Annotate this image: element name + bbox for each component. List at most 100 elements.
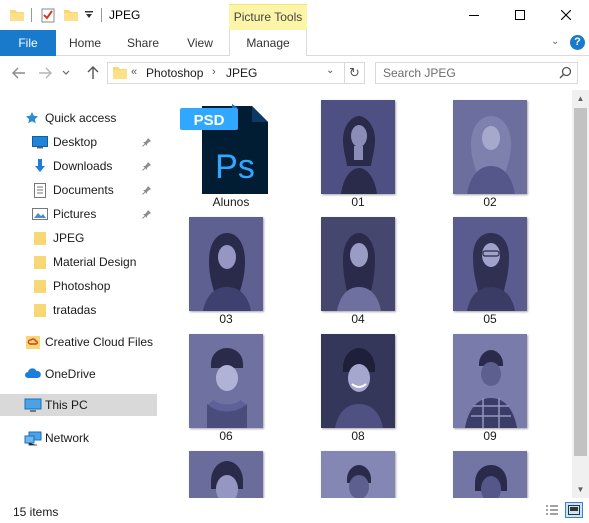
vertical-scrollbar[interactable]: ▲ ▼: [572, 90, 589, 498]
file-name: 03: [219, 312, 233, 326]
search-icon: [559, 66, 572, 82]
ribbon-tabs: File Home Share View Manage ⌄ ?: [0, 30, 589, 57]
nav-item-pictures[interactable]: Pictures: [0, 203, 157, 225]
breadcrumb-overflow[interactable]: «: [131, 66, 137, 78]
title-separator: [101, 8, 102, 22]
nav-label: tratadas: [53, 303, 97, 317]
address-bar[interactable]: « Photoshop › JPEG ⌄ ↻: [107, 62, 365, 84]
nav-label: JPEG: [53, 231, 85, 245]
forward-button[interactable]: [36, 64, 54, 82]
folder-icon: [9, 7, 25, 26]
nav-item-tratadas[interactable]: tratadas: [0, 299, 157, 321]
search-box[interactable]: Search JPEG: [375, 62, 578, 84]
nav-quick-access[interactable]: Quick access: [0, 107, 157, 129]
tab-file[interactable]: File: [0, 30, 56, 56]
nav-onedrive[interactable]: OneDrive: [0, 363, 157, 385]
nav-label: Downloads: [53, 159, 113, 173]
network-icon: [24, 431, 42, 449]
tab-share[interactable]: Share: [120, 30, 166, 56]
maximize-button[interactable]: [497, 0, 543, 30]
tab-home[interactable]: Home: [62, 30, 108, 56]
large-icons-view-button[interactable]: [565, 502, 583, 518]
photo-thumbnail: [189, 217, 263, 311]
pin-icon[interactable]: [142, 160, 152, 174]
nav-item-downloads[interactable]: Downloads: [0, 155, 157, 177]
properties-icon[interactable]: [40, 7, 56, 26]
pin-icon[interactable]: [142, 136, 152, 150]
nav-label: This PC: [45, 398, 88, 412]
large-icons-view-icon: [568, 505, 580, 515]
nav-label: Photoshop: [53, 279, 111, 293]
folder-icon: [33, 279, 47, 297]
folder-icon: [33, 303, 47, 321]
maximize-icon: [515, 10, 525, 20]
window-title: JPEG: [109, 8, 141, 22]
scroll-down-icon[interactable]: ▼: [572, 481, 589, 498]
file-name: 05: [483, 312, 497, 326]
photo-thumbnail: [189, 451, 263, 498]
breadcrumb-jpeg[interactable]: JPEG: [226, 66, 257, 80]
photo-thumbnail: [453, 100, 527, 194]
file-name: 01: [351, 195, 365, 209]
file-view[interactable]: PSD Ps Alunos 01 02 03 04 05 06 08 09: [160, 90, 572, 498]
nav-item-jpeg[interactable]: JPEG: [0, 227, 157, 249]
up-button[interactable]: [84, 64, 102, 82]
file-name: Alunos: [212, 195, 250, 209]
nav-label: OneDrive: [45, 367, 96, 381]
tab-manage[interactable]: Manage: [229, 30, 307, 57]
close-button[interactable]: [543, 0, 589, 30]
nav-item-material-design[interactable]: Material Design: [0, 251, 157, 273]
address-dropdown-icon[interactable]: ⌄: [326, 65, 334, 76]
photo-thumbnail: [453, 451, 527, 498]
nav-creative-cloud-files[interactable]: Creative Cloud Files: [0, 331, 157, 353]
download-arrow-icon: [32, 159, 48, 177]
scrollbar-thumb[interactable]: [574, 108, 587, 456]
nav-network[interactable]: Network: [0, 427, 157, 449]
creative-cloud-icon: [25, 335, 41, 353]
tab-view[interactable]: View: [177, 30, 223, 56]
nav-item-documents[interactable]: Documents: [0, 179, 157, 201]
photo-thumbnail: [453, 217, 527, 311]
nav-this-pc[interactable]: This PC: [0, 394, 157, 416]
pin-icon[interactable]: [142, 184, 152, 198]
nav-label: Network: [45, 431, 90, 445]
folder-icon: [33, 255, 47, 273]
help-icon[interactable]: ?: [570, 35, 585, 50]
picture-tools-label: Picture Tools: [229, 4, 307, 30]
scroll-up-icon[interactable]: ▲: [572, 90, 589, 107]
file-name: 06: [219, 429, 233, 443]
file-name: 02: [483, 195, 497, 209]
expand-ribbon-icon[interactable]: ⌄: [551, 36, 559, 47]
title-bar: JPEG Picture Tools: [0, 0, 589, 30]
photo-thumbnail: [321, 451, 395, 498]
customize-toolbar-icon[interactable]: [84, 9, 94, 23]
back-arrow-icon: [12, 67, 25, 79]
nav-label: Documents: [53, 183, 114, 197]
item-count: 15 items: [13, 505, 59, 519]
new-folder-icon[interactable]: [63, 7, 79, 26]
details-view-button[interactable]: [543, 502, 561, 518]
nav-item-desktop[interactable]: Desktop: [0, 131, 157, 153]
minimize-button[interactable]: [451, 0, 497, 30]
search-input[interactable]: Search JPEG: [383, 66, 456, 80]
nav-label: Material Design: [53, 255, 137, 269]
photo-thumbnail: [321, 100, 395, 194]
minimize-icon: [469, 15, 479, 16]
breadcrumb-photoshop[interactable]: Photoshop: [146, 66, 203, 80]
address-toolbar: « Photoshop › JPEG ⌄ ↻ Search JPEG: [0, 56, 589, 90]
breadcrumb-separator[interactable]: ›: [212, 66, 216, 78]
forward-arrow-icon: [39, 67, 52, 79]
pin-icon[interactable]: [142, 208, 152, 222]
photo-thumbnail: [189, 334, 263, 428]
photo-thumbnail: [453, 334, 527, 428]
file-name: 09: [483, 429, 497, 443]
close-icon: [561, 10, 571, 20]
nav-item-photoshop[interactable]: Photoshop: [0, 275, 157, 297]
photo-thumbnail: [321, 334, 395, 428]
recent-locations-button[interactable]: [60, 64, 72, 82]
status-bar: 15 items: [0, 498, 589, 523]
folder-icon: [33, 231, 47, 249]
nav-label: Desktop: [53, 135, 98, 149]
refresh-icon[interactable]: ↻: [344, 63, 364, 83]
back-button[interactable]: [10, 64, 28, 82]
